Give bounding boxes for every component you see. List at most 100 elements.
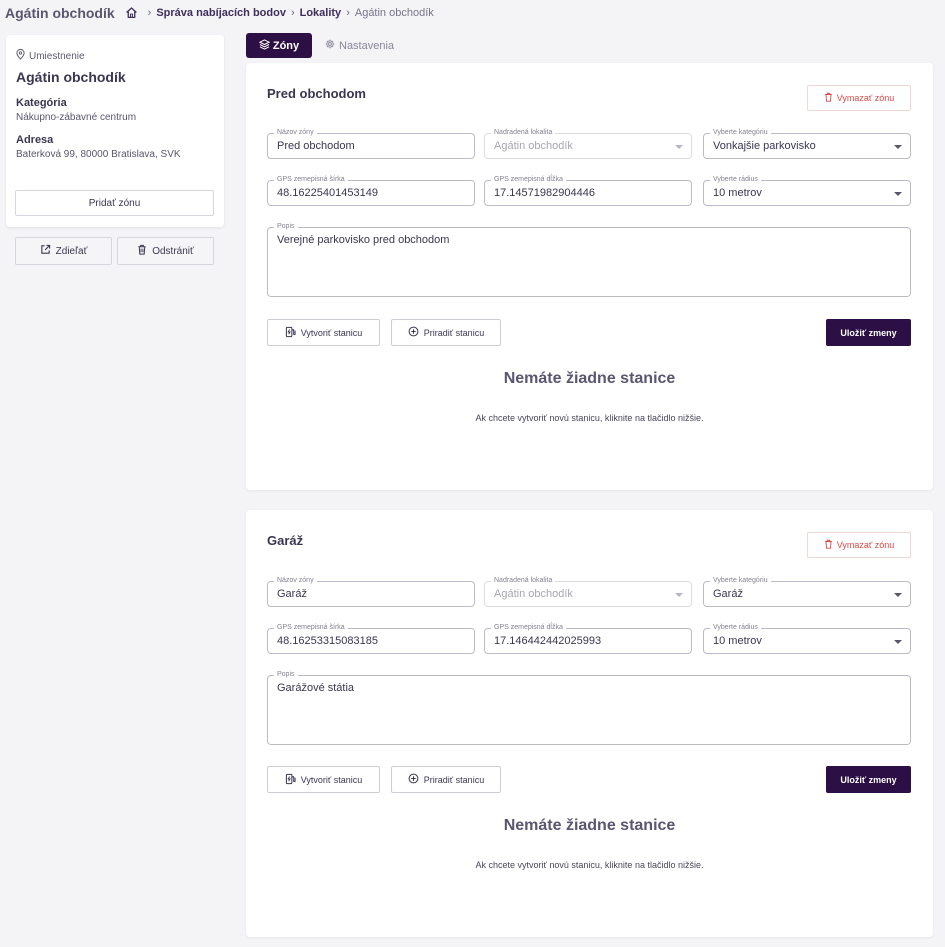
external-link-icon bbox=[40, 244, 56, 258]
create-station-button[interactable]: Vytvoriť stanicu bbox=[267, 319, 380, 346]
field-label: Vyberte rádius bbox=[710, 175, 761, 185]
field-value: 17.146442442025993 bbox=[494, 635, 602, 647]
charger-icon bbox=[285, 326, 301, 340]
zone-card: Garáž Vymazať zónu Názov zóny Garáž Nadr… bbox=[246, 510, 933, 937]
longitude-field[interactable]: GPS zemepisná dĺžka 17.14571982904446 bbox=[484, 175, 692, 206]
tab-zones-label: Zóny bbox=[272, 39, 300, 52]
create-station-label: Vytvoriť stanicu bbox=[300, 774, 363, 785]
layers-icon bbox=[258, 38, 273, 53]
zone-name-field[interactable]: Názov zóny Garáž bbox=[267, 576, 475, 607]
home-icon[interactable] bbox=[125, 6, 139, 20]
breadcrumb-charging-points[interactable]: Správa nabíjacích bodov bbox=[156, 7, 286, 19]
assign-station-label: Priradiť stanicu bbox=[423, 774, 485, 785]
location-label-row: Umiestnenie bbox=[16, 48, 214, 63]
longitude-field[interactable]: GPS zemepisná dĺžka 17.146442442025993 bbox=[484, 623, 692, 654]
category-select[interactable]: Vyberte kategóriu Vonkajšie parkovisko bbox=[703, 128, 911, 159]
create-station-button[interactable]: Vytvoriť stanicu bbox=[267, 766, 380, 793]
field-label: Popis bbox=[274, 222, 298, 232]
trash-icon bbox=[824, 539, 837, 551]
field-label: Popis bbox=[274, 670, 298, 680]
delete-label: Odstrániť bbox=[152, 245, 194, 257]
delete-location-button[interactable]: Odstrániť bbox=[117, 237, 214, 265]
latitude-field[interactable]: GPS zemepisná šírka 48.16225401453149 bbox=[267, 175, 475, 206]
field-value: 17.14571982904446 bbox=[494, 187, 595, 199]
empty-state-title: Nemáte žiadne stanice bbox=[503, 370, 676, 387]
address-value: Baterková 99, 80000 Bratislava, SVK bbox=[16, 149, 181, 160]
field-value: 10 metrov bbox=[713, 635, 762, 647]
caret-down-icon bbox=[894, 640, 902, 644]
field-value: 10 metrov bbox=[713, 187, 762, 199]
map-pin-icon bbox=[16, 48, 29, 63]
field-label: GPS zemepisná dĺžka bbox=[491, 175, 566, 185]
field-label: GPS zemepisná šírka bbox=[274, 623, 348, 633]
field-value: Agátin obchodík bbox=[494, 140, 573, 152]
zone-actions: Vytvoriť stanicu Priradiť stanicu bbox=[267, 319, 911, 346]
tabs: Zóny Nastavenia bbox=[246, 33, 394, 58]
field-label: Vyberte kategóriu bbox=[710, 128, 771, 138]
save-changes-button[interactable]: Uložiť zmeny bbox=[826, 319, 911, 346]
latitude-field[interactable]: GPS zemepisná šírka 48.16253315083185 bbox=[267, 623, 475, 654]
empty-state-title: Nemáte žiadne stanice bbox=[503, 817, 676, 834]
delete-zone-label: Vymazať zónu bbox=[836, 93, 895, 103]
tab-zones[interactable]: Zóny bbox=[246, 33, 312, 58]
breadcrumb-current: Agátin obchodík bbox=[354, 7, 434, 19]
plus-circle-icon bbox=[408, 773, 424, 786]
save-changes-button[interactable]: Uložiť zmeny bbox=[826, 766, 911, 793]
category-value: Nákupno-zábavné centrum bbox=[16, 112, 137, 123]
breadcrumb: › Správa nabíjacích bodov › Lokality › A… bbox=[125, 6, 434, 20]
category-select[interactable]: Vyberte kategóriu Garáž bbox=[703, 576, 911, 607]
zone-title: Pred obchodom bbox=[267, 86, 366, 101]
delete-zone-label: Vymazať zónu bbox=[836, 540, 895, 550]
field-label: GPS zemepisná dĺžka bbox=[491, 623, 566, 633]
field-value: Verejné parkovisko pred obchodom bbox=[277, 234, 450, 246]
assign-station-button[interactable]: Priradiť stanicu bbox=[391, 766, 501, 793]
zone-card: Pred obchodom Vymazať zónu Názov zóny Pr… bbox=[246, 63, 933, 490]
tab-settings-label: Nastavenia bbox=[339, 39, 395, 52]
field-label: Vyberte kategóriu bbox=[710, 576, 771, 586]
field-label: Vyberte rádius bbox=[710, 623, 761, 633]
field-label: Nadradená lokalita bbox=[491, 576, 556, 586]
assign-station-label: Priradiť stanicu bbox=[423, 327, 485, 338]
field-value: 48.16253315083185 bbox=[277, 635, 378, 647]
parent-location-select: Nadradená lokalita Agátin obchodík bbox=[484, 576, 692, 607]
caret-down-icon bbox=[675, 593, 683, 597]
add-zone-button[interactable]: Pridať zónu bbox=[15, 190, 214, 216]
field-label: Názov zóny bbox=[274, 128, 317, 138]
zone-actions: Vytvoriť stanicu Priradiť stanicu bbox=[267, 766, 911, 793]
location-card: Umiestnenie Agátin obchodík Kategória Ná… bbox=[6, 35, 224, 227]
radius-select[interactable]: Vyberte rádius 10 metrov bbox=[703, 175, 911, 206]
gear-icon bbox=[325, 39, 339, 52]
empty-state-text: Ak chcete vytvoriť novú stanicu, kliknit… bbox=[475, 860, 704, 870]
parent-location-select: Nadradená lokalita Agátin obchodík bbox=[484, 128, 692, 159]
caret-down-icon bbox=[894, 145, 902, 149]
caret-down-icon bbox=[894, 192, 902, 196]
delete-zone-button[interactable]: Vymazať zónu bbox=[807, 532, 911, 558]
page-title: Agátin obchodík bbox=[5, 5, 115, 21]
location-actions: Zdieľať Odstrániť bbox=[15, 237, 214, 265]
top-bar: Agátin obchodík › Správa nabíjacích bodo… bbox=[0, 0, 945, 26]
breadcrumb-locations[interactable]: Lokality bbox=[300, 7, 342, 19]
create-station-label: Vytvoriť stanicu bbox=[300, 327, 363, 338]
field-value: 48.16225401453149 bbox=[277, 187, 378, 199]
description-field[interactable]: Popis Garážové státia bbox=[267, 670, 911, 745]
location-label: Umiestnenie bbox=[29, 50, 85, 62]
empty-state-text: Ak chcete vytvoriť novú stanicu, kliknit… bbox=[475, 413, 704, 423]
charger-icon bbox=[285, 773, 301, 787]
radius-select[interactable]: Vyberte rádius 10 metrov bbox=[703, 623, 911, 654]
plus-circle-icon bbox=[408, 326, 424, 339]
field-value: Pred obchodom bbox=[277, 140, 355, 152]
zone-name-field[interactable]: Názov zóny Pred obchodom bbox=[267, 128, 475, 159]
field-value: Garážové státia bbox=[277, 682, 355, 694]
delete-zone-button[interactable]: Vymazať zónu bbox=[807, 85, 911, 111]
chevron-right-icon: › bbox=[290, 7, 295, 19]
share-button[interactable]: Zdieľať bbox=[15, 237, 112, 265]
category-label: Kategória bbox=[16, 97, 67, 109]
address-label: Adresa bbox=[16, 134, 54, 146]
chevron-right-icon: › bbox=[147, 7, 152, 19]
trash-icon bbox=[137, 244, 152, 258]
tab-settings[interactable]: Nastavenia bbox=[325, 39, 394, 52]
description-field[interactable]: Popis Verejné parkovisko pred obchodom bbox=[267, 222, 911, 297]
assign-station-button[interactable]: Priradiť stanicu bbox=[391, 319, 501, 346]
zone-title: Garáž bbox=[267, 533, 304, 548]
share-label: Zdieľať bbox=[55, 245, 88, 257]
